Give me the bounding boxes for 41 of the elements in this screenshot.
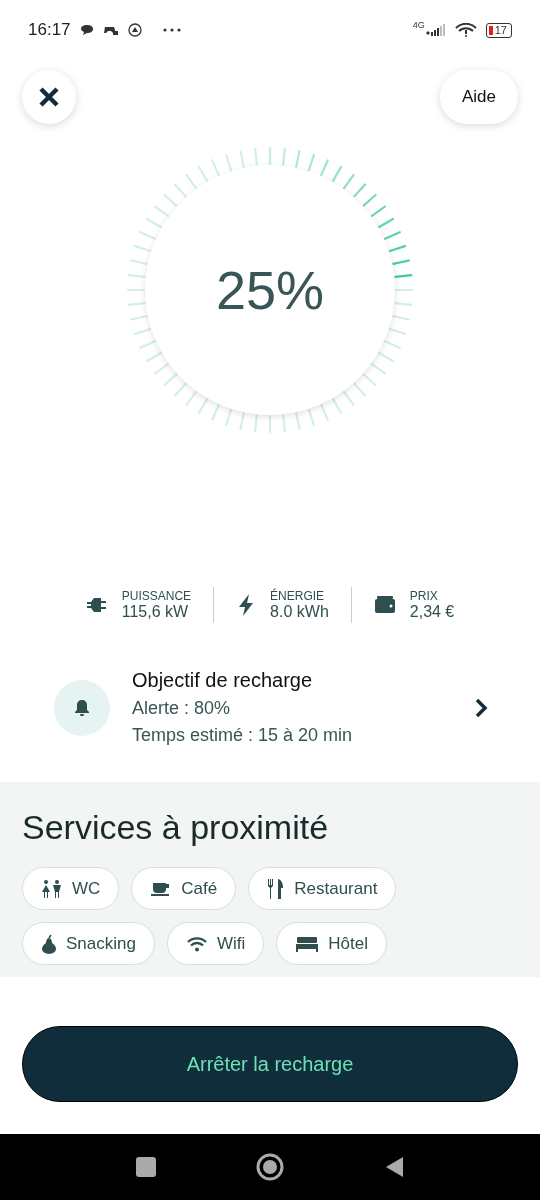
signal-icon — [425, 24, 446, 36]
service-chip[interactable]: Wifi — [166, 922, 265, 965]
wifi-icon — [185, 935, 208, 952]
wallet-icon — [373, 596, 396, 614]
more-icon — [162, 28, 181, 32]
plug-icon — [85, 595, 108, 615]
charge-percentage: 25% — [215, 259, 325, 321]
close-button[interactable] — [22, 70, 76, 124]
service-chip[interactable]: Snacking — [22, 922, 155, 965]
stat-label: PRIX — [409, 589, 439, 603]
stat-label: ÉNERGIE — [270, 589, 326, 603]
service-chip[interactable]: Hôtel — [276, 922, 387, 965]
services-title: Services à proximité — [22, 808, 330, 847]
back-button[interactable] — [384, 1156, 404, 1178]
stat-value: 115,6 kW — [121, 603, 190, 621]
network-type: 4G — [412, 20, 425, 30]
alert-text: Alerte : 80% — [132, 698, 232, 719]
help-button[interactable]: Aide — [439, 70, 518, 124]
stat-label: PUISSANCE — [121, 589, 192, 603]
chevron-right-icon — [474, 697, 488, 718]
estimate-text: Temps estimé : 15 à 20 min — [132, 725, 354, 746]
stop-charging-button[interactable]: Arrêter la recharge — [22, 1026, 518, 1102]
cutlery-icon — [267, 877, 286, 900]
emblem-icon — [127, 23, 142, 37]
chat-icon — [79, 24, 94, 36]
battery-indicator: 17 — [485, 22, 512, 38]
restroom-icon — [41, 879, 63, 898]
service-chip[interactable]: Restaurant — [248, 867, 397, 910]
goal-title: Objectif de recharge — [132, 669, 314, 692]
service-chip[interactable]: WC — [22, 867, 120, 910]
pear-icon — [41, 933, 57, 954]
wifi-icon — [454, 23, 477, 37]
stat-value: 2,34 € — [409, 603, 455, 621]
stat-value: 8.0 kWh — [270, 603, 329, 621]
bed-icon — [295, 935, 320, 952]
service-chip[interactable]: Café — [131, 867, 237, 910]
home-button[interactable] — [256, 1153, 284, 1181]
charge-goal-row[interactable]: Objectif de recharge Alerte : 80% Temps estimé : 15 à 20 min — [0, 649, 540, 766]
status-time: 16:17 — [28, 20, 71, 40]
close-icon — [38, 86, 60, 108]
bell-icon — [74, 698, 90, 717]
